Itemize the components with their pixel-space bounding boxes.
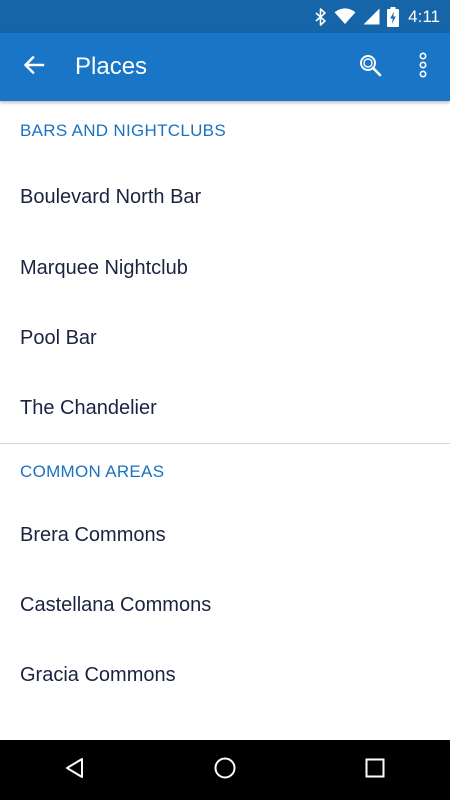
places-list[interactable]: BARS AND NIGHTCLUBS Boulevard North Bar … <box>0 101 450 740</box>
search-icon <box>358 53 382 82</box>
nav-home-button[interactable] <box>195 740 255 800</box>
status-time: 4:11 <box>408 6 440 26</box>
page-title: Places <box>75 53 148 80</box>
back-triangle-icon <box>63 756 87 785</box>
system-nav-bar <box>0 740 450 800</box>
list-item[interactable]: Pool Bar <box>0 303 450 373</box>
section-header-bars: BARS AND NIGHTCLUBS <box>20 121 226 140</box>
list-item[interactable]: Brera Commons <box>0 500 450 570</box>
cell-signal-icon <box>363 8 380 25</box>
list-item[interactable]: Boulevard North Bar <box>0 161 450 233</box>
status-icons: 4:11 <box>315 0 440 33</box>
battery-charging-icon <box>387 6 400 27</box>
nav-back-button[interactable] <box>45 740 105 800</box>
list-item[interactable]: Marquee Nightclub <box>0 233 450 303</box>
more-options-button[interactable] <box>403 47 443 87</box>
places-screen: 4:11 Places BARS AND NIGHTCLUBS Boulevar… <box>0 0 450 800</box>
list-item[interactable]: The Chandelier <box>0 373 450 443</box>
section-header-common-areas: COMMON AREAS <box>20 462 165 481</box>
recents-square-icon <box>364 757 386 784</box>
home-circle-icon <box>213 756 237 785</box>
back-button[interactable] <box>14 47 54 87</box>
bluetooth-icon <box>315 7 327 26</box>
more-vert-icon <box>418 51 428 83</box>
nav-recents-button[interactable] <box>345 740 405 800</box>
search-button[interactable] <box>350 47 390 87</box>
arrow-left-icon <box>22 53 46 82</box>
status-bar: 4:11 <box>0 0 450 33</box>
wifi-icon <box>334 8 356 25</box>
app-bar: Places <box>0 33 450 101</box>
list-item[interactable]: Gracia Commons <box>0 640 450 710</box>
list-item[interactable]: Castellana Commons <box>0 570 450 640</box>
